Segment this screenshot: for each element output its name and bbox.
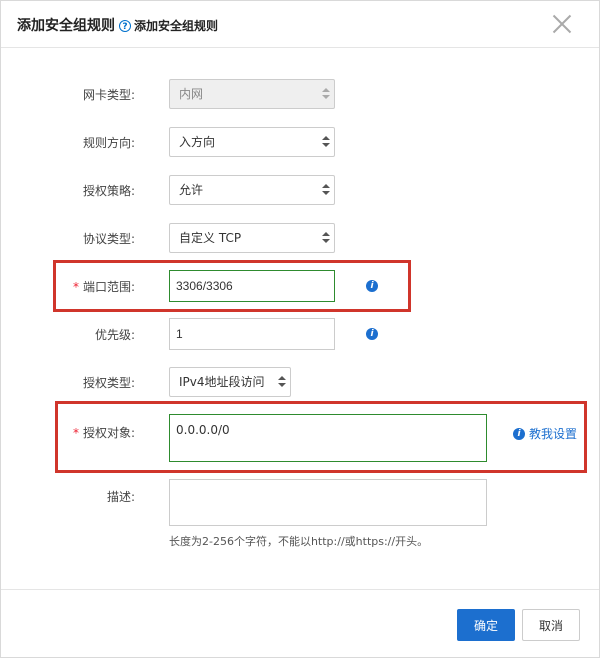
nic-type-select: 内网 [169, 79, 335, 109]
port-range-label: * 端口范围: [31, 278, 135, 295]
auth-type-value: IPv4地址段访问 [179, 375, 265, 389]
protocol-select[interactable]: 自定义 TCP [169, 223, 335, 253]
direction-select[interactable]: 入方向 [169, 127, 335, 157]
description-label: 描述: [106, 490, 135, 504]
select-arrows-icon [278, 376, 286, 388]
teach-info-icon: i [513, 427, 525, 440]
teach-setup-text[interactable]: 教我设置 [529, 425, 577, 442]
policy-select[interactable]: 允许 [169, 175, 335, 205]
cancel-button[interactable]: 取消 [522, 609, 580, 641]
add-security-group-rule-dialog: 添加安全组规则 ? 添加安全组规则 网卡类型: 内网 规则方向: 入方向 授权策… [0, 0, 600, 658]
priority-input[interactable] [169, 318, 335, 350]
select-arrows-icon [322, 232, 330, 244]
select-arrows-icon [322, 136, 330, 148]
policy-label: 授权策略: [82, 184, 135, 198]
close-icon[interactable] [551, 13, 573, 35]
dialog-footer: 确定 取消 [1, 589, 599, 660]
port-range-input[interactable] [169, 270, 335, 302]
dialog-title: 添加安全组规则 [17, 18, 115, 34]
protocol-label: 协议类型: [82, 232, 135, 246]
select-arrows-icon [322, 88, 330, 100]
direction-label: 规则方向: [82, 136, 135, 150]
auth-object-textarea[interactable]: 0.0.0.0/0 [169, 414, 487, 462]
select-arrows-icon [322, 184, 330, 196]
required-mark: * [72, 280, 79, 294]
priority-label: 优先级: [94, 328, 135, 342]
required-mark: * [72, 426, 79, 440]
auth-type-select[interactable]: IPv4地址段访问 [169, 367, 291, 397]
help-link[interactable]: ? 添加安全组规则 [119, 17, 218, 34]
help-text[interactable]: 添加安全组规则 [134, 17, 218, 34]
nic-type-value: 内网 [179, 87, 204, 101]
auth-object-label: * 授权对象: [31, 424, 135, 441]
auth-object-label-text: 授权对象: [82, 426, 135, 440]
direction-value: 入方向 [179, 135, 216, 149]
policy-value: 允许 [179, 183, 204, 197]
priority-info-icon[interactable]: i [366, 328, 378, 340]
dialog-header: 添加安全组规则 ? 添加安全组规则 [1, 1, 599, 48]
protocol-value: 自定义 TCP [179, 231, 242, 245]
port-range-info-icon[interactable]: i [366, 280, 378, 292]
auth-type-label: 授权类型: [82, 376, 135, 390]
teach-setup-link[interactable]: i 教我设置 [513, 425, 577, 442]
port-range-label-text: 端口范围: [82, 280, 135, 294]
help-icon[interactable]: ? [119, 19, 131, 32]
confirm-button[interactable]: 确定 [457, 609, 515, 641]
nic-type-label: 网卡类型: [82, 88, 135, 102]
description-textarea[interactable] [169, 479, 487, 526]
description-hint: 长度为2-256个字符，不能以http://或https://开头。 [169, 535, 429, 548]
